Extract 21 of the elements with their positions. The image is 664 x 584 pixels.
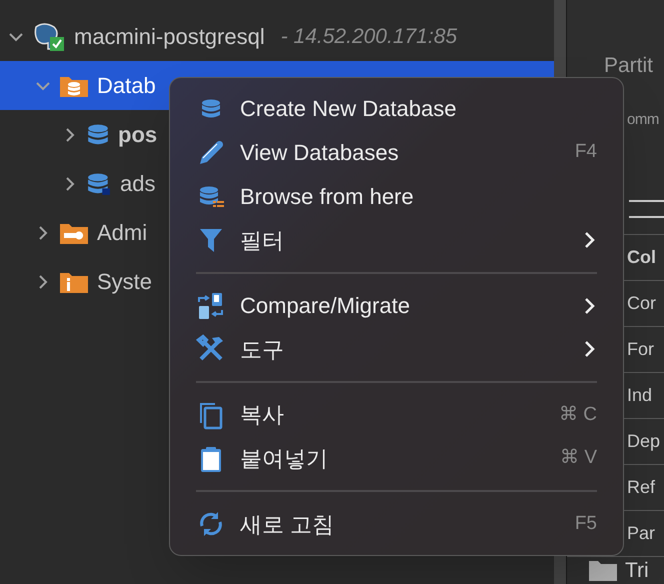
property-row-label: Cor (627, 292, 656, 315)
property-label: Partit (603, 54, 654, 78)
tree-label: Admi (97, 219, 148, 247)
property-row-label: Col (627, 246, 656, 269)
server-address: - 14.52.200.171:85 (280, 24, 458, 50)
property-row-label: Dep (627, 430, 660, 453)
tree-label: pos (118, 121, 158, 149)
property-label: omm (626, 110, 660, 130)
property-row-label: Par (627, 522, 656, 545)
property-row-label: Ref (627, 476, 656, 499)
property-row-label: Ind (627, 384, 652, 407)
property-row-label: For (627, 338, 654, 361)
tree-label: Syste (97, 268, 152, 296)
shortcut-label: F5 (574, 512, 597, 536)
shortcut-label: ⌘ V (560, 446, 597, 470)
shortcut-label: ⌘ C (559, 402, 597, 427)
tree-label: Datab (97, 72, 156, 100)
tree-label: ads (120, 170, 156, 198)
tree-label: macmini-postgresql (74, 23, 265, 51)
folder-label: Tri (625, 558, 649, 584)
shortcut-label: F4 (574, 140, 597, 164)
